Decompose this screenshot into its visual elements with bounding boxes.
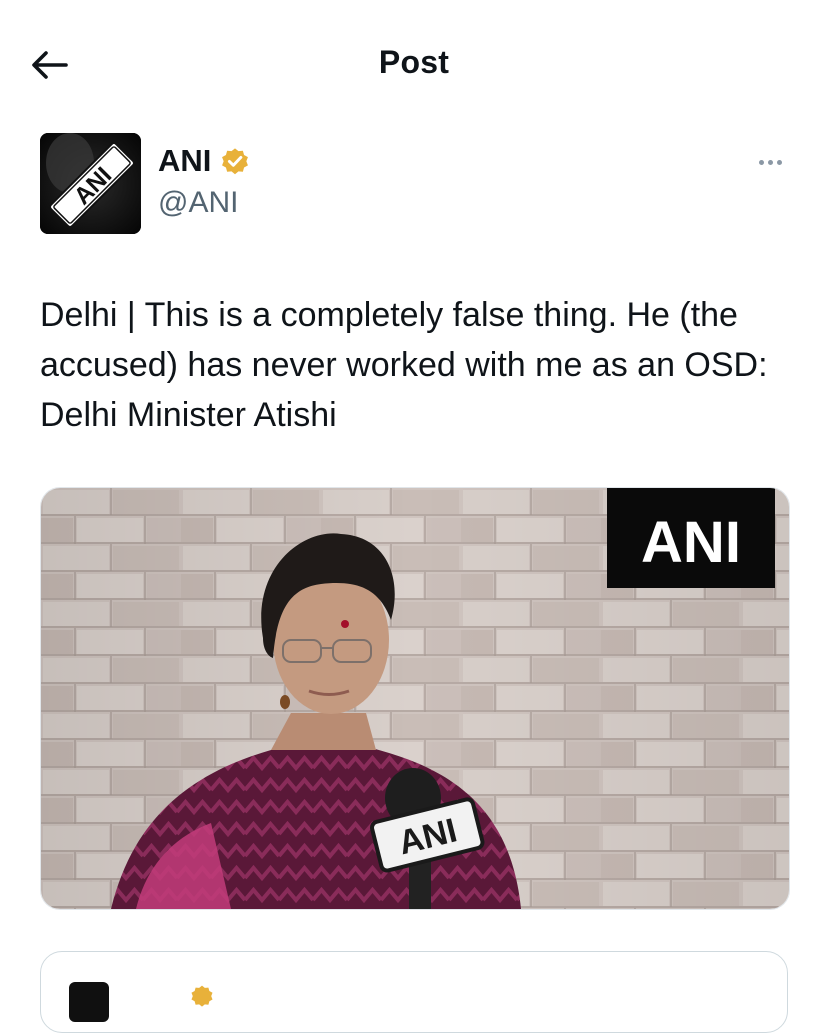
ani-logo: ANI xyxy=(40,133,141,234)
author-handle[interactable]: @ANI xyxy=(158,186,238,220)
post-media-image[interactable]: ANI ANI xyxy=(40,487,790,910)
author-name-row[interactable]: ANI xyxy=(158,141,251,181)
more-options-button[interactable] xyxy=(752,150,788,174)
quoted-avatar xyxy=(69,982,109,1022)
top-bar: Post xyxy=(0,0,828,128)
verified-badge-icon xyxy=(222,148,249,175)
media-photo: ANI ANI xyxy=(41,488,789,909)
page-title: Post xyxy=(378,44,450,80)
more-horizontal-icon xyxy=(758,159,764,165)
media-watermark: ANI xyxy=(641,510,741,575)
quoted-post-card[interactable] xyxy=(40,951,788,1033)
avatar[interactable]: ANI xyxy=(40,133,141,234)
post-text: Delhi | This is a completely false thing… xyxy=(40,296,768,434)
author-display-name: ANI xyxy=(158,143,212,178)
